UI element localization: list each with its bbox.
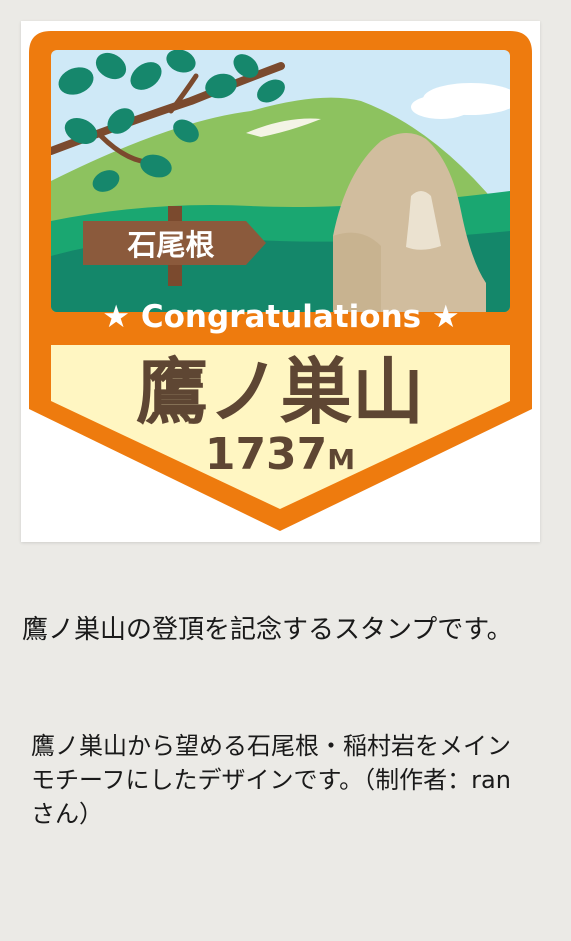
congratulations-banner: ★ Congratulations ★ xyxy=(102,299,459,335)
elevation-unit: M xyxy=(327,443,355,476)
landscape-scene xyxy=(51,50,510,312)
trail-sign-label: 石尾根 xyxy=(126,228,214,262)
stamp-badge-image: 石尾根 ★ Congratulations ★ 鷹ノ巣山 1737M xyxy=(29,31,532,531)
elevation-number: 1737 xyxy=(205,429,327,480)
mountain-name: 鷹ノ巣山 xyxy=(136,350,424,434)
stamp-description: 鷹ノ巣山から望める石尾根・稲村岩をメインモチーフにしたデザインです。（制作者：r… xyxy=(31,732,511,828)
stamp-caption: 鷹ノ巣山の登頂を記念するスタンプです。 xyxy=(22,615,513,645)
stamp-image-card[interactable]: 石尾根 ★ Congratulations ★ 鷹ノ巣山 1737M xyxy=(21,21,540,542)
